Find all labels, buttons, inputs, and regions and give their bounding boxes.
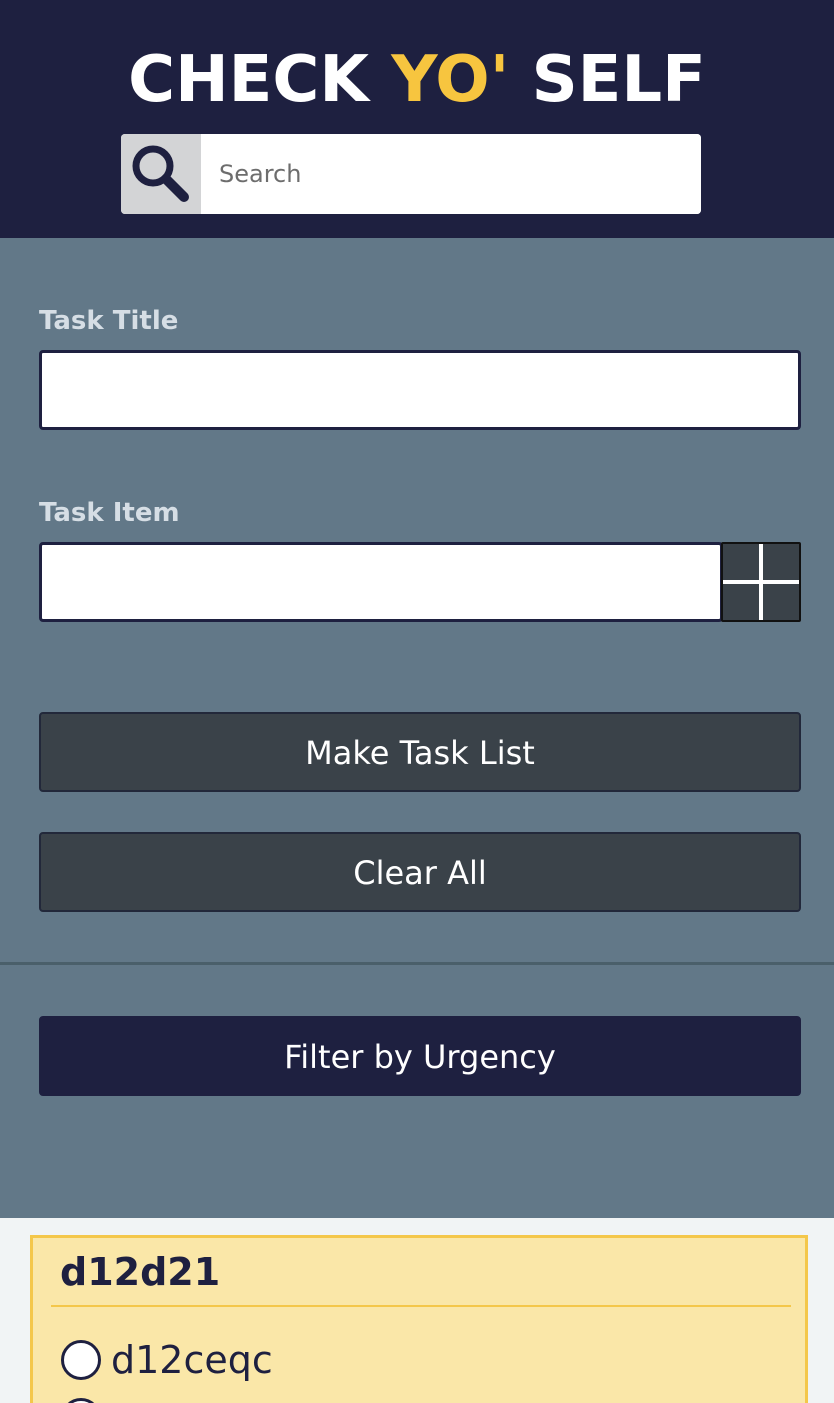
logo-text-part1: CHECK — [128, 43, 392, 117]
task-item-field — [39, 542, 723, 622]
app-header: CHECK YO' SELF — [0, 0, 834, 238]
task-checkbox[interactable] — [61, 1340, 101, 1380]
task-list-item-partial — [61, 1398, 101, 1403]
task-title-field — [39, 350, 801, 430]
search-icon — [132, 145, 189, 202]
clear-all-button[interactable]: Clear All — [39, 832, 801, 912]
card-divider — [51, 1305, 791, 1307]
task-card-title: d12d21 — [60, 1250, 221, 1294]
section-divider — [0, 962, 834, 965]
search-button[interactable] — [121, 134, 201, 214]
task-title-label: Task Title — [39, 306, 179, 336]
task-checkbox[interactable] — [61, 1398, 101, 1403]
task-card: d12d21 d12ceqc — [30, 1235, 808, 1403]
add-task-item-button[interactable] — [721, 542, 801, 622]
search-bar — [121, 134, 701, 214]
task-item-label: Task Item — [39, 498, 180, 528]
task-title-input[interactable] — [42, 353, 798, 427]
logo-text-part2: SELF — [509, 43, 706, 117]
app-logo: CHECK YO' SELF — [0, 40, 834, 120]
search-input[interactable] — [201, 134, 701, 214]
task-item-input[interactable] — [42, 545, 720, 619]
make-task-list-button[interactable]: Make Task List — [39, 712, 801, 792]
filter-by-urgency-button[interactable]: Filter by Urgency — [39, 1016, 801, 1096]
logo-text-accent: YO' — [391, 43, 510, 117]
task-item-text: d12ceqc — [111, 1338, 273, 1382]
